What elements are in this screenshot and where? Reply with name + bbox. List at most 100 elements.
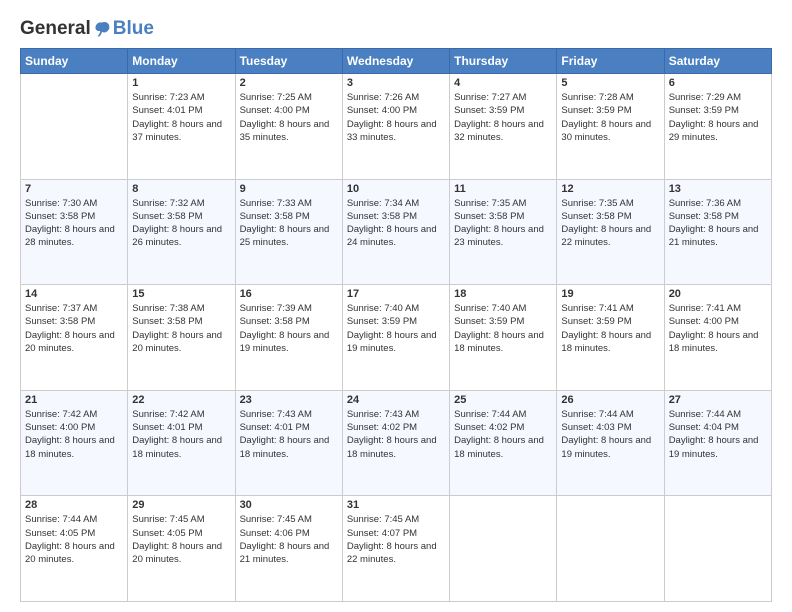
calendar-cell: 30 Sunrise: 7:45 AM Sunset: 4:06 PM Dayl… [235,496,342,602]
sunrise-text: Sunrise: 7:44 AM [25,513,123,526]
sunset-text: Sunset: 4:00 PM [347,104,445,117]
calendar-cell: 6 Sunrise: 7:29 AM Sunset: 3:59 PM Dayli… [664,74,771,180]
sunrise-text: Sunrise: 7:44 AM [454,408,552,421]
calendar-week-row: 28 Sunrise: 7:44 AM Sunset: 4:05 PM Dayl… [21,496,772,602]
day-number: 17 [347,288,445,300]
daylight-text: Daylight: 8 hours and 19 minutes. [669,434,767,461]
sunset-text: Sunset: 3:59 PM [347,315,445,328]
day-number: 24 [347,394,445,406]
daylight-text: Daylight: 8 hours and 18 minutes. [561,329,659,356]
calendar-cell: 11 Sunrise: 7:35 AM Sunset: 3:58 PM Dayl… [450,179,557,285]
calendar-cell: 13 Sunrise: 7:36 AM Sunset: 3:58 PM Dayl… [664,179,771,285]
calendar-cell: 4 Sunrise: 7:27 AM Sunset: 3:59 PM Dayli… [450,74,557,180]
sunrise-text: Sunrise: 7:30 AM [25,197,123,210]
sunset-text: Sunset: 3:58 PM [25,315,123,328]
sunrise-text: Sunrise: 7:35 AM [454,197,552,210]
calendar-week-row: 7 Sunrise: 7:30 AM Sunset: 3:58 PM Dayli… [21,179,772,285]
day-number: 28 [25,499,123,511]
sunset-text: Sunset: 4:05 PM [25,527,123,540]
sunset-text: Sunset: 4:00 PM [240,104,338,117]
col-header-tuesday: Tuesday [235,49,342,74]
daylight-text: Daylight: 8 hours and 33 minutes. [347,118,445,145]
day-number: 23 [240,394,338,406]
calendar-cell: 31 Sunrise: 7:45 AM Sunset: 4:07 PM Dayl… [342,496,449,602]
daylight-text: Daylight: 8 hours and 20 minutes. [132,540,230,567]
col-header-monday: Monday [128,49,235,74]
sunset-text: Sunset: 4:00 PM [25,421,123,434]
daylight-text: Daylight: 8 hours and 25 minutes. [240,223,338,250]
calendar-cell: 23 Sunrise: 7:43 AM Sunset: 4:01 PM Dayl… [235,390,342,496]
daylight-text: Daylight: 8 hours and 18 minutes. [454,329,552,356]
calendar-table: SundayMondayTuesdayWednesdayThursdayFrid… [20,48,772,602]
sunrise-text: Sunrise: 7:33 AM [240,197,338,210]
sunrise-text: Sunrise: 7:44 AM [669,408,767,421]
calendar-cell: 22 Sunrise: 7:42 AM Sunset: 4:01 PM Dayl… [128,390,235,496]
day-number: 1 [132,77,230,89]
daylight-text: Daylight: 8 hours and 21 minutes. [240,540,338,567]
sunset-text: Sunset: 3:58 PM [240,210,338,223]
calendar-header-row: SundayMondayTuesdayWednesdayThursdayFrid… [21,49,772,74]
day-number: 26 [561,394,659,406]
col-header-friday: Friday [557,49,664,74]
daylight-text: Daylight: 8 hours and 19 minutes. [240,329,338,356]
calendar-cell: 14 Sunrise: 7:37 AM Sunset: 3:58 PM Dayl… [21,285,128,391]
page: General Blue SundayMondayTuesdayWednesda… [0,0,792,612]
sunset-text: Sunset: 3:59 PM [454,315,552,328]
calendar-cell: 18 Sunrise: 7:40 AM Sunset: 3:59 PM Dayl… [450,285,557,391]
calendar-cell: 25 Sunrise: 7:44 AM Sunset: 4:02 PM Dayl… [450,390,557,496]
day-number: 31 [347,499,445,511]
daylight-text: Daylight: 8 hours and 19 minutes. [561,434,659,461]
calendar-cell: 1 Sunrise: 7:23 AM Sunset: 4:01 PM Dayli… [128,74,235,180]
day-number: 3 [347,77,445,89]
sunrise-text: Sunrise: 7:40 AM [347,302,445,315]
col-header-wednesday: Wednesday [342,49,449,74]
day-number: 9 [240,183,338,195]
day-number: 5 [561,77,659,89]
sunset-text: Sunset: 3:58 PM [347,210,445,223]
sunset-text: Sunset: 3:58 PM [454,210,552,223]
sunset-text: Sunset: 4:01 PM [240,421,338,434]
sunrise-text: Sunrise: 7:32 AM [132,197,230,210]
header: General Blue [20,18,772,40]
sunrise-text: Sunrise: 7:39 AM [240,302,338,315]
daylight-text: Daylight: 8 hours and 28 minutes. [25,223,123,250]
logo-blue: Blue [113,18,154,40]
sunset-text: Sunset: 3:58 PM [561,210,659,223]
day-number: 16 [240,288,338,300]
daylight-text: Daylight: 8 hours and 26 minutes. [132,223,230,250]
sunrise-text: Sunrise: 7:45 AM [240,513,338,526]
sunset-text: Sunset: 4:05 PM [132,527,230,540]
daylight-text: Daylight: 8 hours and 35 minutes. [240,118,338,145]
calendar-cell: 20 Sunrise: 7:41 AM Sunset: 4:00 PM Dayl… [664,285,771,391]
calendar-cell: 27 Sunrise: 7:44 AM Sunset: 4:04 PM Dayl… [664,390,771,496]
calendar-cell: 21 Sunrise: 7:42 AM Sunset: 4:00 PM Dayl… [21,390,128,496]
sunrise-text: Sunrise: 7:23 AM [132,91,230,104]
sunset-text: Sunset: 3:58 PM [25,210,123,223]
sunrise-text: Sunrise: 7:41 AM [669,302,767,315]
calendar-cell: 15 Sunrise: 7:38 AM Sunset: 3:58 PM Dayl… [128,285,235,391]
calendar-cell [664,496,771,602]
calendar-cell [557,496,664,602]
sunrise-text: Sunrise: 7:43 AM [240,408,338,421]
daylight-text: Daylight: 8 hours and 18 minutes. [669,329,767,356]
sunset-text: Sunset: 4:02 PM [454,421,552,434]
calendar-cell: 26 Sunrise: 7:44 AM Sunset: 4:03 PM Dayl… [557,390,664,496]
sunrise-text: Sunrise: 7:45 AM [347,513,445,526]
daylight-text: Daylight: 8 hours and 20 minutes. [25,540,123,567]
logo-general: General [20,18,91,40]
calendar-cell: 28 Sunrise: 7:44 AM Sunset: 4:05 PM Dayl… [21,496,128,602]
sunrise-text: Sunrise: 7:35 AM [561,197,659,210]
daylight-text: Daylight: 8 hours and 24 minutes. [347,223,445,250]
day-number: 14 [25,288,123,300]
daylight-text: Daylight: 8 hours and 29 minutes. [669,118,767,145]
calendar-cell: 8 Sunrise: 7:32 AM Sunset: 3:58 PM Dayli… [128,179,235,285]
calendar-week-row: 1 Sunrise: 7:23 AM Sunset: 4:01 PM Dayli… [21,74,772,180]
sunrise-text: Sunrise: 7:42 AM [25,408,123,421]
daylight-text: Daylight: 8 hours and 18 minutes. [240,434,338,461]
sunrise-text: Sunrise: 7:38 AM [132,302,230,315]
sunrise-text: Sunrise: 7:40 AM [454,302,552,315]
day-number: 25 [454,394,552,406]
day-number: 22 [132,394,230,406]
daylight-text: Daylight: 8 hours and 19 minutes. [347,329,445,356]
sunrise-text: Sunrise: 7:34 AM [347,197,445,210]
